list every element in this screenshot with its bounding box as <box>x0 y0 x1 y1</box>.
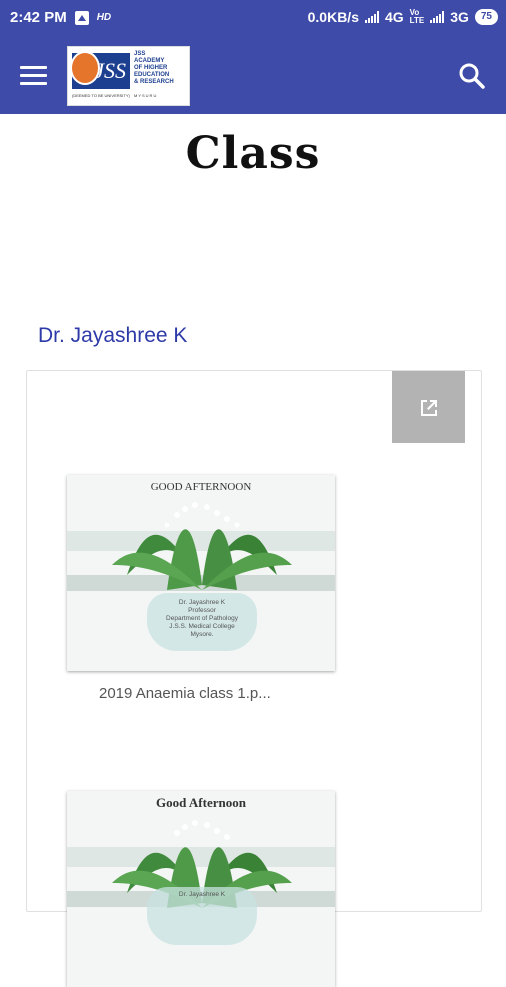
network-speed: 0.0KB/s <box>307 9 359 25</box>
signal-icon-2 <box>430 11 445 23</box>
open-in-new-button[interactable] <box>392 371 465 443</box>
signal-icon-1 <box>364 11 379 23</box>
slide-greeting: GOOD AFTERNOON <box>150 481 252 493</box>
status-left: 2:42 PM HD <box>10 9 111 26</box>
slide-line: Dr. Jayashree K <box>178 599 226 606</box>
slide-line: Professor <box>188 607 216 614</box>
slide-line: J.S.S. Medical College <box>169 623 235 630</box>
page-title: Class <box>185 128 321 179</box>
logo-emblem-icon <box>70 51 100 85</box>
status-right: 0.0KB/s 4G Vo LTE 3G 75 <box>308 9 498 25</box>
attachment-filename[interactable]: 2019 Anaemia class 1.p... <box>99 685 271 702</box>
logo-line: EDUCATION <box>134 72 170 78</box>
logo[interactable]: JSS JSS ACADEMY OF HIGHER EDUCATION & RE… <box>67 46 190 106</box>
logo-line: ACADEMY <box>134 58 165 64</box>
attachment-card: GOOD AFTERNOON Dr. Jayashree K Professor… <box>26 370 482 987</box>
app-bar: JSS JSS ACADEMY OF HIGHER EDUCATION & RE… <box>0 36 506 114</box>
logo-line: & RESEARCH <box>134 79 174 85</box>
menu-icon[interactable] <box>20 66 47 86</box>
hd-indicator: HD <box>96 12 112 23</box>
logo-city: MYSURU <box>134 93 158 98</box>
logo-line: JSS <box>134 51 146 57</box>
logo-line: OF HIGHER <box>134 65 168 71</box>
search-icon[interactable] <box>458 62 486 90</box>
attachment-thumbnail[interactable]: GOOD AFTERNOON Dr. Jayashree K Professor… <box>67 475 335 671</box>
flower-bouquet-image <box>112 502 292 590</box>
volte-indicator: Vo LTE <box>410 9 425 25</box>
logo-tagline: (DEEMED TO BE UNIVERSITY) <box>72 93 130 98</box>
author-name[interactable]: Dr. Jayashree K <box>38 324 187 348</box>
status-bar: 2:42 PM HD 0.0KB/s 4G Vo LTE 3G 75 <box>0 0 506 36</box>
upload-notification-icon <box>74 10 89 25</box>
slide-line: Dr. Jayashree K <box>178 891 226 898</box>
slide-line: Mysore. <box>190 631 214 638</box>
status-time: 2:42 PM <box>10 9 67 26</box>
slide-line: Department of Pathology <box>166 615 238 622</box>
attachment-thumbnail[interactable]: Good Afternoon Dr. Jayashree K <box>67 791 335 987</box>
logo-text: JSS ACADEMY OF HIGHER EDUCATION & RESEAR… <box>134 51 186 86</box>
open-in-new-icon <box>421 400 437 416</box>
volte-bottom: LTE <box>409 16 425 25</box>
slide-greeting: Good Afternoon <box>156 795 246 810</box>
network-type-1: 4G <box>384 9 404 25</box>
battery-icon: 75 <box>474 9 498 25</box>
network-type-2: 3G <box>450 9 469 25</box>
